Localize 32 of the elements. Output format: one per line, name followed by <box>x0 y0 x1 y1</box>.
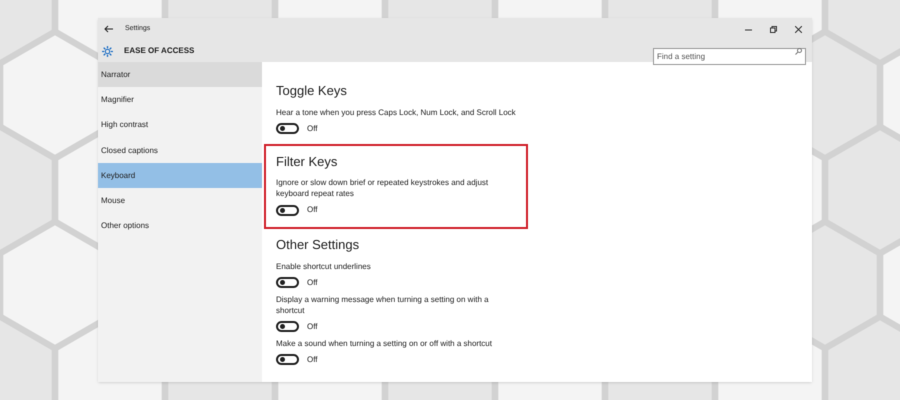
sidebar-item[interactable]: Closed captions <box>98 138 262 164</box>
setting-description: Enable shortcut underlines <box>276 260 372 272</box>
sidebar-item[interactable]: Narrator <box>98 62 262 88</box>
back-arrow-icon[interactable] <box>104 25 113 33</box>
search-field[interactable]: Find a setting <box>653 48 806 64</box>
section-title: EASE OF ACCESS <box>124 45 194 57</box>
sidebar-item[interactable]: Other options <box>98 214 262 240</box>
settings-icon <box>101 44 114 58</box>
toggle-switch[interactable] <box>276 123 299 134</box>
section-heading: Filter Keys <box>276 152 338 171</box>
setting-description: Make a sound when turning a setting on or off with a shortcut <box>276 338 493 348</box>
section-heading: Other Settings <box>276 236 360 254</box>
close-icon[interactable] <box>795 26 802 32</box>
toggle-state: Off <box>307 320 318 332</box>
search-icon[interactable] <box>795 48 802 54</box>
toggle-state: Off <box>307 204 318 216</box>
toggle-state: Off <box>307 354 318 366</box>
toggle-switch[interactable] <box>276 354 299 365</box>
setting-description: Hear a tone when you press Caps Lock, Num Lock, and Scroll Lock <box>276 106 516 118</box>
sidebar-item[interactable]: Magnifier <box>98 87 262 113</box>
toggle-state: Off <box>307 276 318 288</box>
toggle-state: Off <box>307 122 318 134</box>
setting-description: Ignore or slow down brief or repeated keystrokes and adjust keyboard repeat rates <box>276 177 490 199</box>
section-heading: Toggle Keys <box>276 82 348 100</box>
toggle-switch[interactable] <box>276 204 299 216</box>
sidebar-item[interactable]: High contrast <box>98 112 262 138</box>
restore-icon[interactable] <box>770 26 777 32</box>
toggle-switch[interactable] <box>276 321 299 332</box>
toggle-switch[interactable] <box>276 277 299 288</box>
sidebar-item[interactable]: Keyboard <box>98 163 262 188</box>
setting-description: Display a warning message when turning a setting on with a shortcut <box>276 294 490 316</box>
sidebar-item[interactable]: Mouse <box>98 188 262 214</box>
